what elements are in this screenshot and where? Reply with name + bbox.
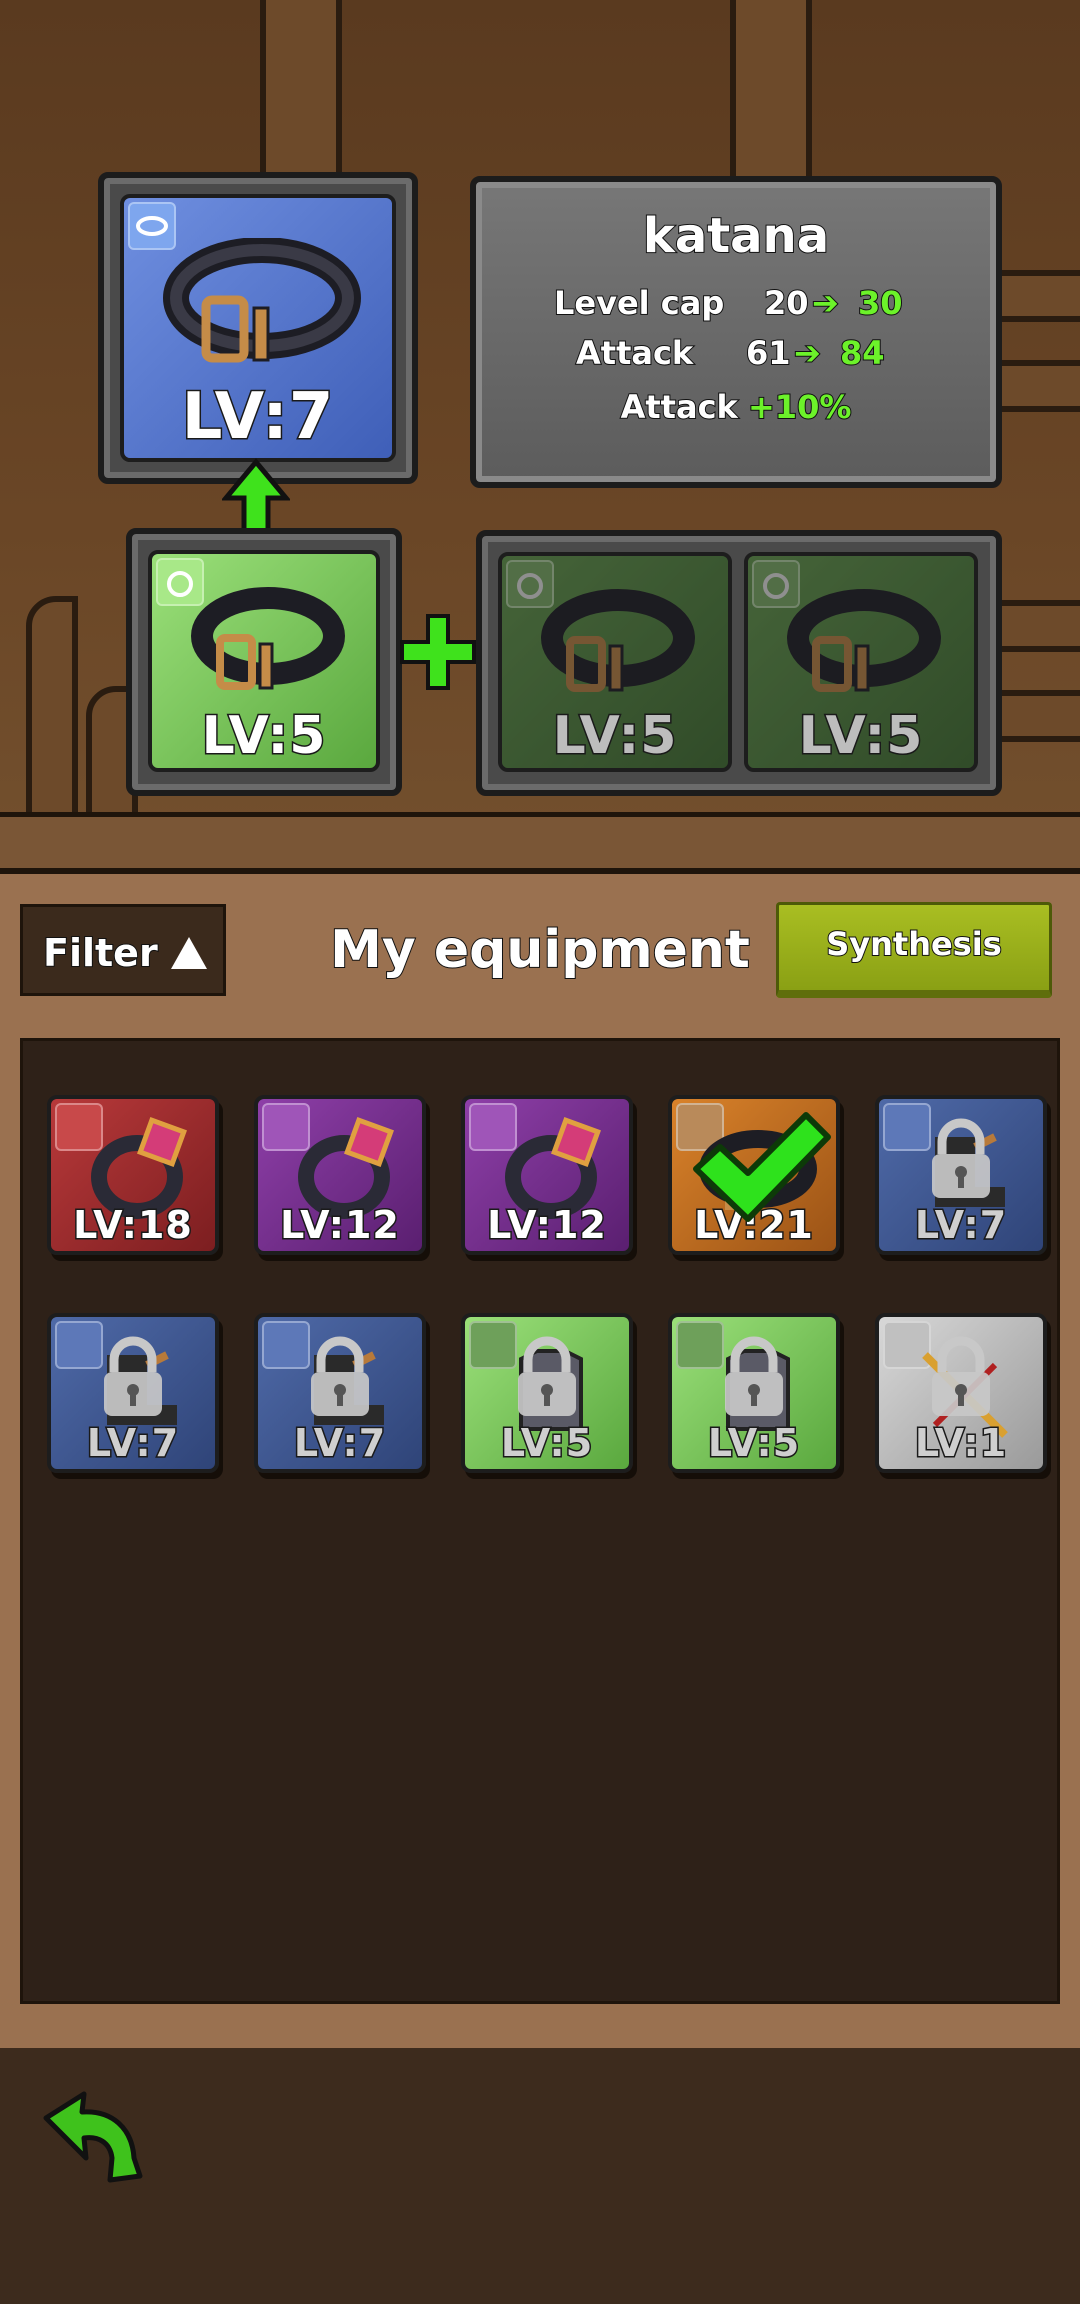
- target-item-card[interactable]: LV:7: [120, 194, 396, 462]
- source-item-card[interactable]: LV:5: [148, 550, 380, 772]
- inventory-item[interactable]: LV:18: [47, 1095, 219, 1255]
- source-level: LV:5: [200, 705, 327, 768]
- lock-icon: [104, 1336, 162, 1416]
- item-level: LV:7: [85, 1420, 180, 1467]
- arrow-right-icon: ➔: [793, 333, 822, 373]
- inventory-item[interactable]: LV:12: [461, 1095, 633, 1255]
- page-title: My equipment: [329, 919, 751, 981]
- inventory-item[interactable]: LV:7: [875, 1095, 1047, 1255]
- item-level: LV:5: [706, 1420, 801, 1467]
- stat-label: Attack: [575, 333, 694, 373]
- item-level: LV:7: [913, 1202, 1008, 1249]
- equipment-grid: LV:18 LV:12 LV:12 LV:21 LV:7 LV:7 LV:7 LV:5 LV:5…: [20, 1038, 1060, 2004]
- back-arrow-icon[interactable]: [40, 2088, 150, 2188]
- stat-row-attack: Attack 61 ➔ 84: [575, 333, 976, 378]
- inventory-item[interactable]: LV:5: [461, 1313, 633, 1473]
- lock-icon: [725, 1336, 783, 1416]
- synthesis-button[interactable]: Synthesis: [776, 902, 1052, 998]
- stats-panel: katana Level cap 20 ➔ 30 Attack 61 ➔ 84 …: [470, 176, 1002, 488]
- stat-row-bonus: Attack +10%: [476, 387, 996, 427]
- pipe: [260, 0, 342, 192]
- inventory-item[interactable]: LV:1: [875, 1313, 1047, 1473]
- triangle-up-icon: [171, 937, 207, 969]
- lock-icon: [932, 1336, 990, 1416]
- stat-from-value: 61: [745, 333, 792, 373]
- material-card[interactable]: LV:5: [498, 552, 732, 772]
- stat-to-value: 30: [857, 283, 904, 323]
- filter-label: Filter: [42, 930, 159, 976]
- item-name: katana: [642, 207, 830, 265]
- inventory-item[interactable]: LV:7: [254, 1313, 426, 1473]
- synthesis-label: Synthesis: [825, 924, 1003, 964]
- lock-icon: [518, 1336, 576, 1416]
- pipe: [730, 0, 812, 192]
- arrow-right-icon: ➔: [811, 283, 840, 323]
- belt-icon: [163, 238, 361, 363]
- stat-label: Level cap: [553, 283, 725, 323]
- stat-from-value: 20: [763, 283, 810, 323]
- bottom-bar: [0, 2048, 1080, 2304]
- target-frame: LV:7: [98, 172, 418, 484]
- filter-button[interactable]: Filter: [20, 904, 226, 996]
- materials-frame: LV:5 LV:5: [476, 530, 1002, 796]
- item-level: LV:18: [72, 1202, 194, 1249]
- item-level: LV:5: [499, 1420, 594, 1467]
- belt-icon: [191, 587, 345, 690]
- pipe: [26, 596, 78, 838]
- target-level: LV:7: [180, 379, 335, 456]
- bonus-value: +10%: [747, 387, 852, 427]
- stat-row-level-cap: Level cap 20 ➔ 30: [553, 283, 954, 328]
- inventory-item[interactable]: LV:5: [668, 1313, 840, 1473]
- bonus-label: Attack: [620, 387, 739, 427]
- plus-icon: [400, 614, 476, 690]
- item-level: LV:12: [279, 1202, 401, 1249]
- material-level: LV:5: [797, 705, 924, 768]
- checkmark-icon: [693, 1112, 831, 1222]
- lock-icon: [311, 1336, 369, 1416]
- inventory-item[interactable]: LV:21: [668, 1095, 840, 1255]
- item-level: LV:7: [292, 1420, 387, 1467]
- stat-to-value: 84: [839, 333, 886, 373]
- item-level: LV:1: [913, 1420, 1008, 1467]
- lock-icon: [932, 1118, 990, 1198]
- source-frame: LV:5: [126, 528, 402, 796]
- material-card[interactable]: LV:5: [744, 552, 978, 772]
- inventory-item[interactable]: LV:7: [47, 1313, 219, 1473]
- material-level: LV:5: [551, 705, 678, 768]
- item-level: LV:12: [486, 1202, 608, 1249]
- inventory-item[interactable]: LV:12: [254, 1095, 426, 1255]
